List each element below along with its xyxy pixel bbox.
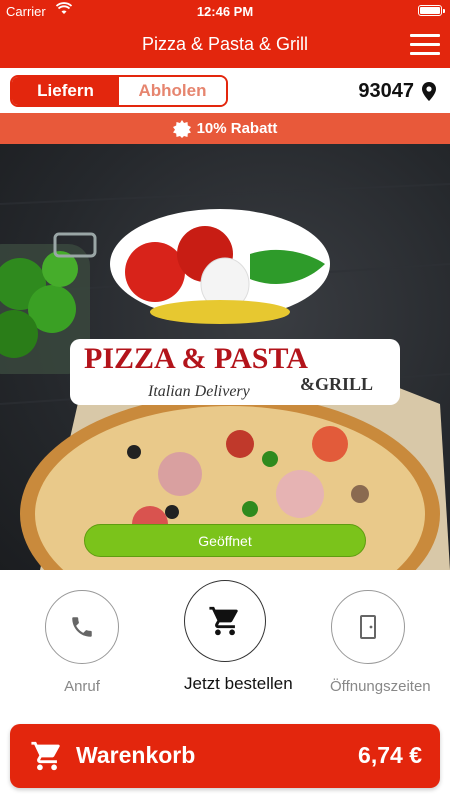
hours-circle [331,590,405,664]
status-time: 12:46 PM [196,4,254,19]
logo-grill: &GRILL [300,374,373,394]
call-button[interactable]: Anruf [44,590,120,695]
tab-abholen[interactable]: Abholen [119,77,226,105]
status-bar: Carrier 12:46 PM [0,0,450,22]
hero-image: PIZZA & PASTA Italian Delivery &GRILL [0,144,450,570]
cart-icon [209,606,238,636]
discount-text: 10% Rabatt [196,120,278,137]
hours-label: Öffnungszeiten [330,678,431,695]
phone-icon [72,617,92,637]
cart-icon [31,741,60,771]
order-circle [184,580,266,662]
cart-button[interactable]: Warenkorb 6,74 € [10,724,440,788]
tab-liefern[interactable]: Liefern [12,77,119,105]
badge-icon [172,119,191,138]
zip-code: 93047 [358,80,414,102]
navbar: Pizza & Pasta & Grill [0,22,450,68]
zip-selector[interactable]: 93047 [358,80,436,103]
hamburger-icon[interactable] [410,34,440,56]
opening-hours-button[interactable]: Öffnungszeiten [330,590,431,695]
order-label: Jetzt bestellen [184,674,293,693]
page-title: Pizza & Pasta & Grill [141,34,309,54]
restaurant-logo: PIZZA & PASTA Italian Delivery &GRILL [70,209,400,405]
open-status-button[interactable]: Geöffnet [84,524,366,557]
order-mode-toggle: Liefern Abholen [10,75,228,107]
call-label: Anruf [64,678,100,695]
logo-title: PIZZA & PASTA [84,342,308,375]
discount-banner: 10% Rabatt [0,113,450,144]
cart-total: 6,74 € [358,742,422,768]
location-pin-icon [422,82,436,101]
logo-subtitle: Italian Delivery [147,383,251,400]
call-circle [45,590,119,664]
door-icon [360,615,376,639]
cart-label: Warenkorb [76,742,196,768]
order-now-button[interactable]: Jetzt bestellen [184,580,293,694]
battery-icon [418,5,445,16]
